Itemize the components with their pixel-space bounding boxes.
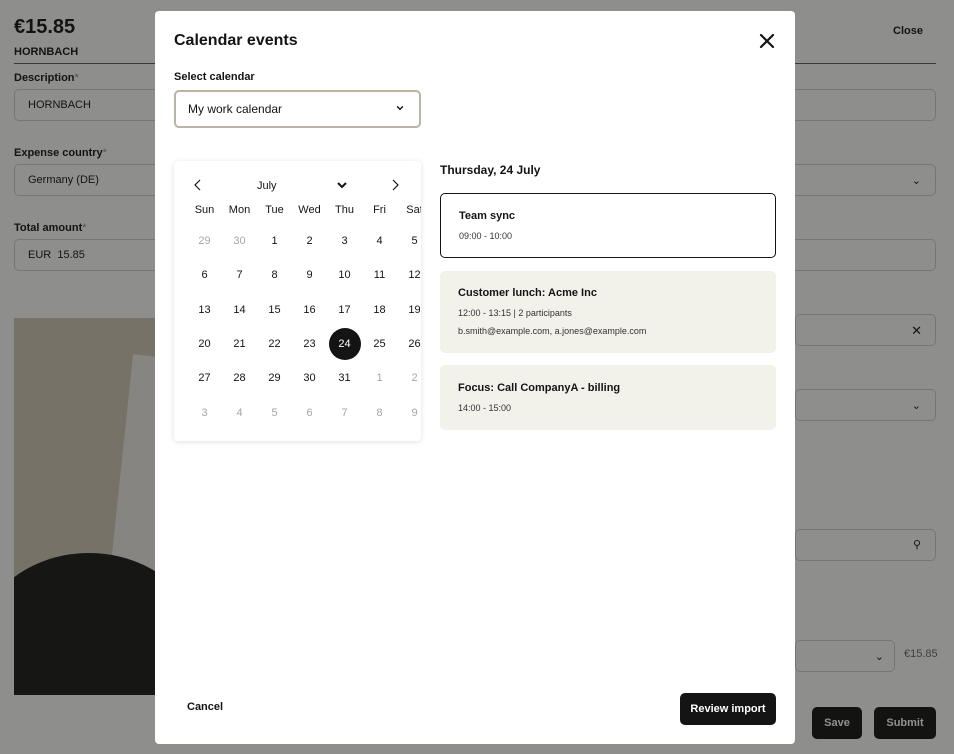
weekday-label: Thu <box>335 204 354 216</box>
weekday-label: Tue <box>265 204 284 216</box>
event-title: Focus: Call CompanyA - billing <box>458 382 621 394</box>
calendar-day[interactable]: 23 <box>294 328 326 360</box>
dialog-title: Calendar events <box>174 32 298 49</box>
calendar-day[interactable]: 1 <box>364 362 396 394</box>
calendar-day[interactable]: 11 <box>364 259 396 291</box>
calendar-day[interactable]: 7 <box>329 397 361 429</box>
select-calendar-label: Select calendar <box>174 71 255 83</box>
calendar-day[interactable]: 19 <box>399 294 422 326</box>
calendar-day-selected[interactable]: 24 <box>328 328 361 360</box>
selected-date-heading: Thursday, 24 July <box>440 163 541 177</box>
calendar-day[interactable]: 25 <box>364 328 396 360</box>
chevron-down-icon <box>396 106 404 111</box>
calendar-select-value: My work calendar <box>188 102 283 116</box>
calendar-day[interactable]: 2 <box>294 225 326 257</box>
weekday-label: Wed <box>298 204 321 216</box>
calendar-day[interactable]: 17 <box>329 294 361 326</box>
event-title: Team sync <box>459 210 516 222</box>
calendar-day[interactable]: 6 <box>189 259 221 291</box>
calendar-day[interactable]: 15 <box>259 294 291 326</box>
calendar-day[interactable]: 13 <box>189 294 221 326</box>
calendar-day[interactable]: 5 <box>399 225 422 257</box>
calendar-day[interactable]: 31 <box>329 362 361 394</box>
calendar-day[interactable]: 18 <box>364 294 396 326</box>
calendar-day[interactable]: 8 <box>259 259 291 291</box>
event-time: 12:00 - 13:15 | 2 participants <box>458 308 572 318</box>
event-card[interactable]: Customer lunch: Acme Inc 12:00 - 13:15 |… <box>440 271 776 353</box>
calendar-day[interactable]: 3 <box>329 225 361 257</box>
calendar-day[interactable]: 30 <box>294 362 326 394</box>
calendar-day[interactable]: 30 <box>224 225 256 257</box>
event-attendees: b.smith@example.com, a.jones@example.com <box>458 326 647 336</box>
calendar-day[interactable]: 26 <box>399 328 422 360</box>
event-card[interactable]: Focus: Call CompanyA - billing 14:00 - 1… <box>440 365 776 430</box>
calendar-day[interactable]: 3 <box>189 397 221 429</box>
calendar-day[interactable]: 27 <box>189 362 221 394</box>
cancel-button[interactable]: Cancel <box>187 701 223 713</box>
calendar-events-dialog: Calendar events Select calendar My work … <box>155 11 795 744</box>
calendar-day[interactable]: 22 <box>259 328 291 360</box>
chevron-left-icon[interactable] <box>191 178 205 192</box>
calendar-day[interactable]: 16 <box>294 294 326 326</box>
weekday-label: Mon <box>228 204 251 216</box>
chevron-right-icon[interactable] <box>388 178 402 192</box>
calendar-day[interactable]: 21 <box>224 328 256 360</box>
event-card[interactable]: Team sync 09:00 - 10:00 <box>440 193 776 258</box>
calendar-day[interactable]: 7 <box>224 259 256 291</box>
calendar-day[interactable]: 9 <box>294 259 326 291</box>
calendar-day[interactable]: 28 <box>224 362 256 394</box>
calendar-day[interactable]: 8 <box>364 397 396 429</box>
weekday-label: Sat <box>406 204 421 216</box>
calendar-day[interactable]: 4 <box>224 397 256 429</box>
close-icon[interactable] <box>757 31 777 51</box>
calendar-day[interactable]: 14 <box>224 294 256 326</box>
calendar-day[interactable]: 29 <box>259 362 291 394</box>
calendar-day[interactable]: 1 <box>259 225 291 257</box>
event-time: 09:00 - 10:00 <box>459 231 513 241</box>
calendar-day[interactable]: 12 <box>399 259 422 291</box>
month-label: July <box>257 180 277 192</box>
event-time: 14:00 - 15:00 <box>458 403 512 413</box>
calendar-day[interactable]: 29 <box>189 225 221 257</box>
weekday-label: Fri <box>373 204 386 216</box>
date-picker: July SunMonTueWedThuFriSat29301234567891… <box>174 161 421 441</box>
calendar-day[interactable]: 2 <box>399 362 422 394</box>
review-import-button[interactable]: Review import <box>680 693 776 725</box>
event-title: Customer lunch: Acme Inc <box>458 287 597 299</box>
calendar-day[interactable]: 5 <box>259 397 291 429</box>
calendar-day[interactable]: 10 <box>329 259 361 291</box>
weekday-label: Sun <box>194 204 215 216</box>
month-dropdown-icon[interactable] <box>336 179 348 191</box>
calendar-select[interactable]: My work calendar <box>174 90 421 128</box>
calendar-day[interactable]: 20 <box>189 328 221 360</box>
calendar-day[interactable]: 4 <box>364 225 396 257</box>
calendar-day[interactable]: 6 <box>294 397 326 429</box>
calendar-day[interactable]: 9 <box>399 397 422 429</box>
